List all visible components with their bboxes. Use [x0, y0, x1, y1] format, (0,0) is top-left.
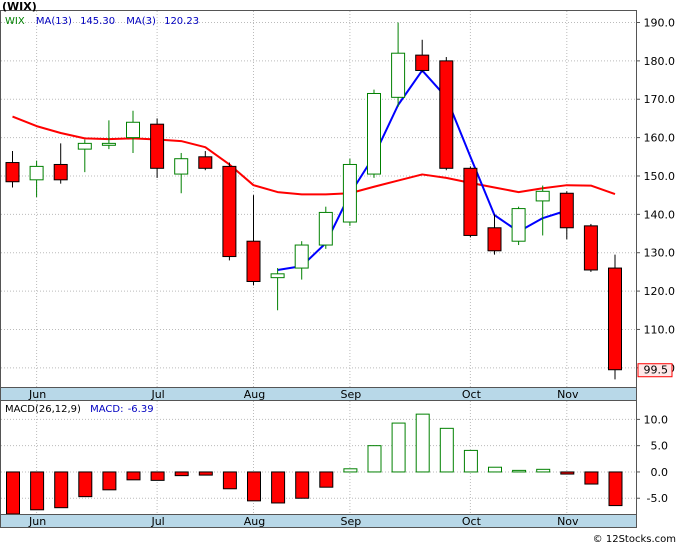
price-ytick-label: 130.0: [644, 247, 676, 260]
price-y-axis: 190.0 180.0 170.0 160.0 150.0 140.0 130.0 120.0…: [636, 17, 676, 378]
macd-bar: [126, 471, 141, 481]
macd-date-label: Aug: [244, 515, 265, 528]
macd-bar: [6, 471, 20, 515]
candle-body: [77, 142, 92, 150]
candle-body: [559, 192, 574, 229]
macd-bar: [463, 449, 478, 473]
candle-body: [415, 54, 430, 71]
macd-bar: [512, 469, 527, 473]
candle-body: [126, 121, 140, 139]
candle-body: [5, 162, 20, 183]
price-ytick-label: 160.0: [644, 132, 676, 145]
price-ytick-label: 150.0: [644, 170, 676, 183]
macd-bar: [319, 471, 334, 488]
macd-date-label: Jul: [150, 515, 164, 528]
macd-bar: [78, 471, 93, 498]
macd-value: -6.39: [128, 404, 154, 415]
price-ytick-label: 170.0: [644, 93, 676, 106]
candle-body: [222, 165, 237, 258]
candle-body: [583, 225, 598, 271]
candle-body: [463, 167, 478, 236]
candle-body: [535, 190, 550, 202]
stock-chart: 190.0 180.0 170.0 160.0 150.0 140.0 130.0 120.0…: [0, 0, 676, 545]
macd-bar: [536, 468, 551, 473]
price-date-band: [0, 387, 637, 401]
macd-bar: [367, 445, 382, 473]
macd-bar: [391, 422, 406, 473]
price-ytick-label: 110.0: [644, 323, 676, 336]
legend-ma13-label: MA(13): [36, 16, 72, 27]
candle-body: [294, 244, 309, 269]
candle-body: [198, 156, 213, 169]
price-ytick-label: 180.0: [644, 55, 676, 68]
macd-y-axis: 10.0 5.0 0.0 -5.0: [636, 413, 668, 505]
candle-body: [246, 240, 261, 282]
candle-body: [174, 158, 189, 175]
chart-title: (WIX): [2, 0, 37, 13]
candle-body: [29, 165, 44, 181]
candle-body: [487, 227, 502, 252]
price-ytick-label: 190.0: [644, 17, 676, 30]
macd-title: MACD(26,12,9): [5, 404, 81, 415]
legend-symbol: WIX: [5, 16, 25, 27]
candle-body: [511, 208, 526, 242]
macd-bar: [102, 471, 117, 491]
date-label: Oct: [462, 388, 482, 401]
legend-ma13-value: 145.30: [80, 16, 115, 27]
macd-date-label: Nov: [557, 515, 579, 528]
macd-ytick-label: -5.0: [647, 492, 668, 505]
macd-bar: [150, 471, 165, 481]
macd-ytick-label: 0.0: [651, 466, 669, 479]
footer-credit: © 12Stocks.com: [593, 534, 676, 545]
macd-value-label: MACD:: [90, 404, 123, 415]
macd-ytick-label: 5.0: [651, 440, 669, 453]
macd-bar: [415, 413, 430, 473]
macd-bar: [560, 471, 575, 475]
candle-body: [608, 267, 622, 371]
candle-body: [318, 211, 333, 246]
date-label: Jun: [28, 388, 46, 401]
candle-body: [342, 163, 357, 223]
macd-bar: [295, 471, 310, 499]
macd-bar: [54, 471, 69, 509]
candle-body: [53, 163, 68, 181]
macd-panel-frame: [0, 400, 637, 515]
legend-ma3-value: 120.23: [164, 16, 199, 27]
date-label: Nov: [557, 388, 579, 401]
macd-bar: [30, 471, 45, 511]
macd-legend: MACD(26,12,9) MACD: -6.39: [5, 404, 154, 415]
last-price-label: 99.5: [644, 364, 669, 377]
candle-body: [367, 92, 381, 175]
date-label: Sep: [341, 388, 362, 401]
candle-body: [270, 273, 285, 279]
macd-date-label: Sep: [341, 515, 362, 528]
macd-bar: [198, 471, 213, 476]
price-ytick-label: 120.0: [644, 285, 676, 298]
macd-date-band: [0, 514, 637, 528]
candle-body: [439, 60, 454, 169]
candle-body: [101, 142, 116, 146]
legend-ma3-label: MA(3): [126, 16, 156, 27]
price-ytick-label: 140.0: [644, 208, 676, 221]
macd-bar: [174, 471, 189, 477]
macd-bar: [271, 471, 286, 504]
macd-bar: [488, 466, 502, 473]
macd-bar: [247, 471, 261, 502]
date-label: Jul: [150, 388, 164, 401]
macd-ytick-label: 10.0: [644, 413, 669, 426]
macd-bar: [608, 471, 623, 507]
macd-bar: [222, 471, 237, 490]
macd-bar: [343, 468, 358, 473]
macd-bar: [584, 471, 599, 485]
candle-body: [150, 123, 165, 169]
macd-date-label: Jun: [28, 515, 46, 528]
macd-date-label: Oct: [462, 515, 482, 528]
date-label: Aug: [244, 388, 265, 401]
candle-body: [391, 52, 406, 98]
macd-bar: [439, 427, 454, 473]
